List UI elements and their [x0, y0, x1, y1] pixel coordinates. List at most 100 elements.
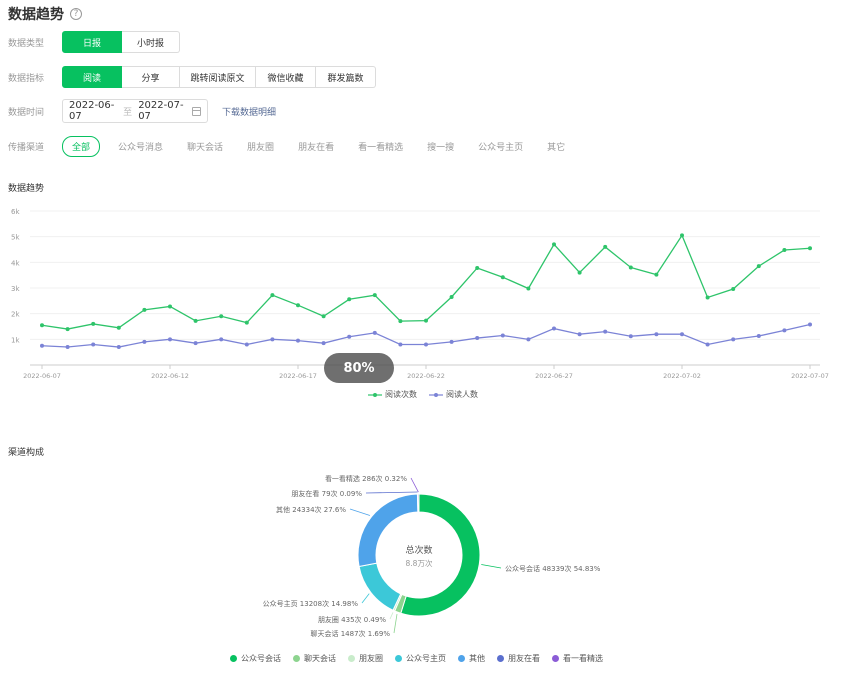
data-point[interactable]: [398, 342, 403, 347]
channel-friends-watching[interactable]: 朋友在看: [298, 140, 334, 153]
data-point[interactable]: [603, 329, 608, 334]
help-icon[interactable]: ?: [70, 8, 82, 20]
data-point[interactable]: [680, 332, 684, 337]
data-point[interactable]: [40, 343, 44, 348]
data-point[interactable]: [577, 332, 582, 337]
data-point[interactable]: [65, 345, 70, 350]
donut-legend-item[interactable]: 公众号会话: [230, 653, 281, 664]
data-point[interactable]: [91, 321, 96, 326]
data-point[interactable]: [756, 264, 761, 269]
data-type-row: 数据类型 日报 小时报: [8, 31, 180, 53]
data-point[interactable]: [270, 337, 275, 342]
channel-other[interactable]: 其它: [547, 140, 565, 153]
data-point[interactable]: [244, 320, 249, 325]
donut-legend-item[interactable]: 其他: [458, 653, 485, 664]
metric-original-link-button[interactable]: 跳转阅读原文: [180, 66, 256, 88]
data-point[interactable]: [475, 265, 480, 270]
data-point[interactable]: [142, 307, 147, 312]
legend-dot-icon: [395, 655, 402, 662]
data-point[interactable]: [219, 314, 224, 319]
channel-account-home[interactable]: 公众号主页: [478, 140, 523, 153]
data-point[interactable]: [782, 248, 787, 253]
channel-account-message[interactable]: 公众号消息: [118, 140, 163, 153]
data-point[interactable]: [321, 314, 326, 319]
data-point[interactable]: [628, 334, 633, 339]
donut-legend-item[interactable]: 朋友圈: [348, 653, 383, 664]
data-point[interactable]: [756, 333, 761, 338]
data-point[interactable]: [142, 339, 147, 344]
metric-share-button[interactable]: 分享: [122, 66, 180, 88]
legend-item-reads[interactable]: 阅读次数: [368, 389, 417, 400]
data-type-label: 数据类型: [8, 38, 45, 49]
donut-legend-item[interactable]: 看一看精选: [552, 653, 603, 664]
data-point[interactable]: [475, 336, 480, 341]
channel-chat[interactable]: 聊天会话: [187, 140, 223, 153]
data-point[interactable]: [168, 304, 172, 309]
data-point[interactable]: [296, 338, 300, 343]
data-point[interactable]: [628, 265, 633, 270]
data-point[interactable]: [91, 342, 96, 347]
data-point[interactable]: [424, 342, 428, 347]
channel-moments[interactable]: 朋友圈: [247, 140, 274, 153]
legend-users-label: 阅读人数: [446, 390, 478, 399]
data-point[interactable]: [347, 297, 352, 302]
data-point[interactable]: [193, 318, 198, 323]
donut-legend: 公众号会话 聊天会话 朋友圈 公众号主页 其他 朋友在看 看一看精选: [230, 653, 615, 664]
channel-top-stories[interactable]: 看一看精选: [358, 140, 403, 153]
donut-legend-item[interactable]: 聊天会话: [293, 653, 336, 664]
calendar-icon[interactable]: [192, 106, 201, 116]
data-type-hourly-button[interactable]: 小时报: [122, 31, 180, 53]
data-point[interactable]: [654, 272, 659, 277]
data-point[interactable]: [40, 323, 44, 328]
donut-legend-item[interactable]: 朋友在看: [497, 653, 540, 664]
data-point[interactable]: [116, 345, 121, 350]
data-point[interactable]: [808, 246, 812, 251]
data-point[interactable]: [270, 293, 275, 298]
date-range-picker[interactable]: 2022-06-07 至 2022-07-07: [62, 99, 208, 123]
data-point[interactable]: [782, 328, 787, 333]
data-point[interactable]: [116, 325, 121, 330]
legend-item-users[interactable]: 阅读人数: [429, 389, 478, 400]
data-point[interactable]: [449, 294, 454, 299]
metric-favorite-button[interactable]: 微信收藏: [256, 66, 316, 88]
data-point[interactable]: [449, 339, 454, 344]
legend-dot-icon: [348, 655, 355, 662]
channel-all[interactable]: 全部: [62, 136, 101, 157]
data-point[interactable]: [244, 342, 249, 347]
metric-read-button[interactable]: 阅读: [62, 66, 122, 88]
donut-slice[interactable]: [358, 562, 402, 611]
donut-legend-item[interactable]: 公众号主页: [395, 653, 446, 664]
data-point[interactable]: [654, 332, 659, 337]
data-point[interactable]: [500, 333, 505, 338]
data-point[interactable]: [65, 327, 70, 332]
data-point[interactable]: [372, 330, 377, 335]
data-type-daily-button[interactable]: 日报: [62, 31, 122, 53]
data-point[interactable]: [808, 322, 812, 327]
metric-mass-send-button[interactable]: 群发篇数: [316, 66, 376, 88]
data-point[interactable]: [500, 275, 505, 280]
data-point[interactable]: [372, 293, 377, 298]
data-point[interactable]: [526, 337, 531, 342]
data-point[interactable]: [398, 319, 403, 324]
data-point[interactable]: [193, 341, 198, 346]
x-tick-label: 2022-07-02: [663, 372, 701, 380]
data-point[interactable]: [552, 242, 556, 247]
data-point[interactable]: [552, 326, 556, 331]
donut-slice[interactable]: [417, 493, 420, 513]
data-point[interactable]: [705, 342, 710, 347]
data-point[interactable]: [424, 318, 428, 323]
data-point[interactable]: [296, 303, 300, 308]
download-detail-link[interactable]: 下载数据明细: [222, 105, 276, 118]
data-point[interactable]: [680, 233, 684, 238]
data-point[interactable]: [603, 244, 608, 249]
data-point[interactable]: [321, 341, 326, 346]
data-point[interactable]: [219, 337, 224, 342]
data-point[interactable]: [526, 286, 531, 291]
data-point[interactable]: [731, 337, 736, 342]
data-point[interactable]: [731, 287, 736, 292]
channel-search[interactable]: 搜一搜: [427, 140, 454, 153]
data-point[interactable]: [577, 270, 582, 275]
data-point[interactable]: [168, 337, 172, 342]
data-point[interactable]: [705, 295, 710, 300]
data-point[interactable]: [347, 334, 352, 339]
